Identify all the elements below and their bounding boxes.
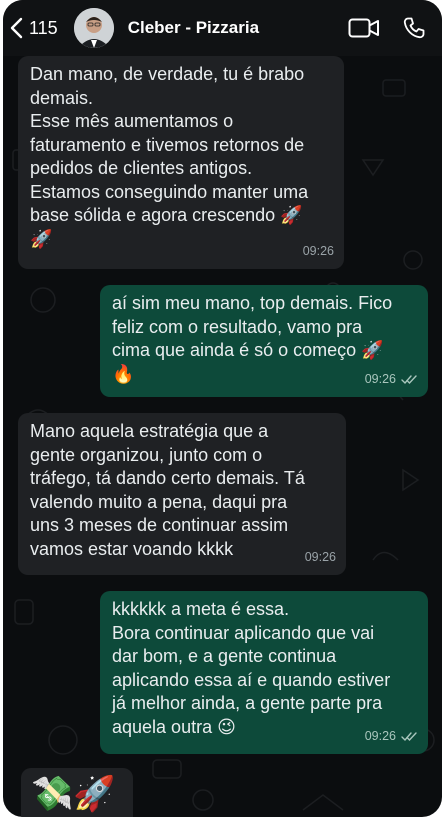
message-meta: 09:26 [305,546,336,570]
video-call-button[interactable] [348,14,380,42]
message-time: 09:26 [302,243,334,258]
incoming-message[interactable]: 💸🚀 [21,768,133,817]
read-receipt-icon [401,732,417,741]
back-button[interactable]: 115 [9,17,58,39]
message-meta: 09:26 [365,725,418,749]
contact-name[interactable]: Cleber - Pizzaria [128,18,348,38]
outgoing-message[interactable]: kkkkkk a meta é essa. Bora continuar apl… [100,591,428,754]
message-text: Dan mano, de verdade, tu é brabo demais.… [30,64,309,249]
message-text: 💸🚀 [31,775,116,813]
incoming-message[interactable]: Mano aquela estratégia que a gente organ… [18,413,346,575]
message-meta: 09:26 [303,240,334,264]
message-meta: 09:26 [365,368,418,392]
message-text: Mano aquela estratégia que a gente organ… [30,421,305,559]
voice-call-button[interactable] [398,14,430,42]
chevron-left-icon [10,17,23,39]
unread-count: 115 [29,17,58,38]
chat-header: 115 Cleber - Pizzaria [3,0,442,56]
phone-icon [403,17,425,39]
incoming-message[interactable]: Dan mano, de verdade, tu é brabo demais.… [18,56,344,269]
read-receipt-icon [401,375,417,384]
outgoing-message[interactable]: aí sim meu mano, top demais. Fico feliz … [100,285,428,397]
contact-avatar[interactable] [73,8,114,48]
avatar-photo [73,8,114,48]
chat-screen: 115 Cleber - Pizzaria Dan mano, de verda… [3,0,442,817]
message-time: 09:26 [364,728,396,743]
message-time: 09:26 [304,549,336,564]
message-time: 09:26 [364,371,396,386]
message-text: kkkkkk a meta é essa. Bora continuar apl… [112,599,391,737]
video-camera-icon [348,18,379,38]
